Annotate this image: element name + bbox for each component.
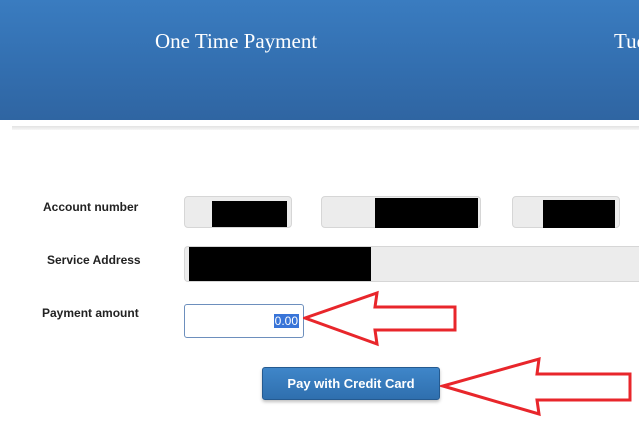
- pay-with-credit-card-button[interactable]: Pay with Credit Card: [262, 367, 440, 400]
- one-time-payment-page: One Time Payment Tue Account number Serv…: [0, 0, 639, 423]
- header-divider: [12, 126, 639, 130]
- header-banner: One Time Payment Tue: [0, 0, 639, 120]
- page-title: One Time Payment: [155, 29, 318, 53]
- redacted-block: [189, 247, 371, 281]
- red-arrow-icon: [440, 356, 632, 417]
- service-address-label: Service Address: [47, 253, 141, 267]
- service-address-field[interactable]: [184, 246, 639, 282]
- account-number-label: Account number: [43, 200, 139, 214]
- account-number-field-3[interactable]: [512, 196, 620, 228]
- redacted-block: [375, 198, 478, 228]
- red-arrow-icon: [303, 290, 457, 347]
- payment-amount-value: 0.00: [273, 314, 299, 328]
- account-number-field-2[interactable]: [321, 196, 481, 228]
- payment-amount-input[interactable]: 0.00: [184, 304, 304, 338]
- redacted-block: [212, 201, 287, 227]
- redacted-block: [543, 200, 615, 228]
- payment-amount-label: Payment amount: [42, 306, 139, 320]
- header-date: Tue: [614, 29, 639, 53]
- account-number-field-1[interactable]: [184, 196, 292, 228]
